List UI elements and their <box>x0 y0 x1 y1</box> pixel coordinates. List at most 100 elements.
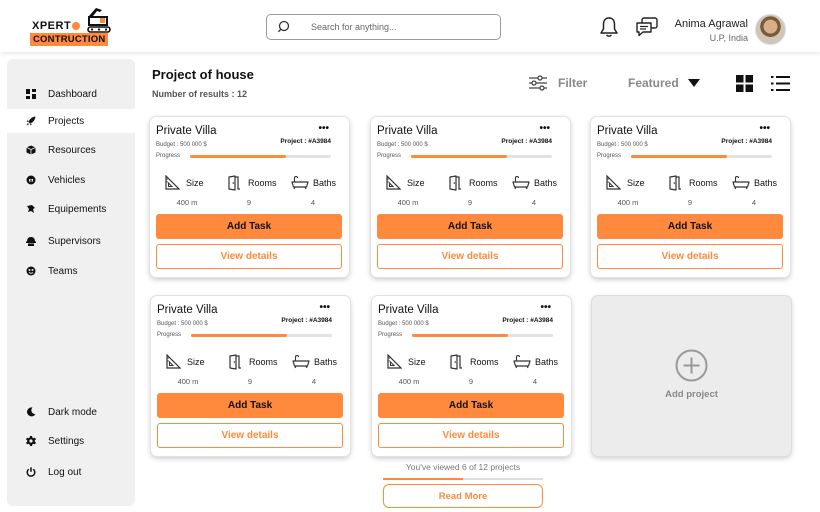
more-options-icon[interactable]: ••• <box>318 123 329 134</box>
sidebar-item-resources[interactable]: Resources <box>7 138 135 162</box>
grid-view-icon[interactable] <box>736 75 753 92</box>
user-name: Anima Agrawal <box>674 18 748 30</box>
card-title: Private Villa <box>156 125 217 137</box>
progress-fill <box>190 155 286 158</box>
card-budget: Budget : 500 000 $ <box>157 321 208 327</box>
progress-label: Progress <box>378 332 403 338</box>
sidebar-item-label: Dark mode <box>48 406 97 418</box>
view-details-button[interactable]: View details <box>157 423 343 448</box>
sidebar-item-log-out[interactable]: Log out <box>7 460 135 484</box>
rooms-value: 9 <box>467 198 473 207</box>
sidebar-item-label: Supervisors <box>48 235 101 247</box>
card-budget: Budget : 500 000 $ <box>597 142 648 148</box>
sidebar-item-settings[interactable]: Settings <box>7 429 135 453</box>
teams-icon <box>26 266 36 276</box>
size-label: Size <box>187 357 205 367</box>
sort-label: Featured <box>628 76 679 90</box>
progress-fill <box>631 155 727 158</box>
card-budget: Budget : 500 000 $ <box>156 142 207 148</box>
add-task-button[interactable]: Add Task <box>156 214 342 239</box>
sidebar-item-dashboard[interactable]: Dashboard <box>7 82 135 106</box>
add-task-button[interactable]: Add Task <box>597 214 783 239</box>
add-task-button[interactable]: Add Task <box>377 214 563 239</box>
brand-logo[interactable]: XPERT CONTRUCTION <box>30 6 112 46</box>
filter-button[interactable]: Filter <box>528 74 592 92</box>
view-details-button[interactable]: View details <box>597 244 783 269</box>
rooms-label: Rooms <box>469 178 498 188</box>
progress-fill <box>412 334 508 337</box>
search-input[interactable] <box>311 19 491 35</box>
card-budget: Budget : 500 000 $ <box>378 321 429 327</box>
card-project-id: Project : #A3984 <box>281 317 332 324</box>
sidebar-item-label: Vehicles <box>48 174 86 186</box>
card-title: Private Villa <box>157 304 218 316</box>
progress-bar <box>411 155 552 158</box>
size-label: Size <box>408 357 426 367</box>
ruler-icon <box>166 354 181 369</box>
power-icon <box>26 467 36 477</box>
rooms-value: 9 <box>246 198 252 207</box>
project-card[interactable]: Private Villa ••• Budget : 500 000 $ Pro… <box>151 296 350 456</box>
read-more-button[interactable]: Read More <box>383 484 543 508</box>
door-icon <box>228 175 240 191</box>
sidebar-item-projects[interactable]: Projects <box>7 109 135 133</box>
progress-label: Progress <box>157 332 182 338</box>
sidebar-item-supervisors[interactable]: Supervisors <box>7 229 135 253</box>
baths-label: Baths <box>314 357 338 367</box>
add-project-card[interactable]: Add project <box>592 296 791 456</box>
ruler-icon <box>606 175 621 190</box>
project-card[interactable]: Private Villa ••• Budget : 500 000 $ Pro… <box>371 117 570 277</box>
sidebar-item-label: Settings <box>48 435 85 447</box>
list-view-icon[interactable] <box>771 75 790 92</box>
dashboard-icon <box>26 89 36 99</box>
sidebar-item-label: Log out <box>48 466 82 478</box>
add-task-button[interactable]: Add Task <box>157 393 343 418</box>
sidebar-item-teams[interactable]: Teams <box>7 259 135 283</box>
project-card[interactable]: Private Villa ••• Budget : 500 000 $ Pro… <box>372 296 571 456</box>
more-options-icon[interactable]: ••• <box>319 302 330 313</box>
card-project-id: Project : #A3984 <box>501 138 552 145</box>
door-icon <box>450 354 462 370</box>
baths-label: Baths <box>534 178 558 188</box>
size-value: 400 m <box>398 377 420 386</box>
view-details-button[interactable]: View details <box>156 244 342 269</box>
search-box[interactable] <box>266 14 501 40</box>
card-title: Private Villa <box>378 304 439 316</box>
sidebar-item-equipements[interactable]: Equipements <box>7 197 135 221</box>
rocket-icon <box>26 116 36 126</box>
project-card[interactable]: Private Villa ••• Budget : 500 000 $ Pro… <box>150 117 349 277</box>
baths-value: 4 <box>310 198 316 207</box>
gear-icon <box>26 436 36 446</box>
avatar[interactable] <box>755 14 786 45</box>
box-icon <box>26 145 36 155</box>
more-options-icon[interactable]: ••• <box>539 123 550 134</box>
progress-label: Progress <box>597 153 622 159</box>
sort-dropdown[interactable]: Featured <box>628 74 703 92</box>
card-title: Private Villa <box>377 125 438 137</box>
sidebar-item-label: Teams <box>48 265 78 277</box>
view-details-button[interactable]: View details <box>378 423 564 448</box>
bathtub-icon <box>732 175 750 190</box>
filter-label: Filter <box>558 76 588 90</box>
door-icon <box>669 175 681 191</box>
filter-icon <box>529 75 547 91</box>
vehicle-icon <box>26 175 36 185</box>
size-value: 400 m <box>617 198 639 207</box>
more-options-icon[interactable]: ••• <box>540 302 551 313</box>
sidebar: Dashboard Projects Resources Vehicles Eq… <box>7 59 135 506</box>
sidebar-item-label: Resources <box>48 144 96 156</box>
more-options-icon[interactable]: ••• <box>759 123 770 134</box>
sidebar-item-label: Dashboard <box>48 88 97 100</box>
view-details-button[interactable]: View details <box>377 244 563 269</box>
moon-icon <box>26 407 36 417</box>
door-icon <box>449 175 461 191</box>
bell-icon[interactable] <box>599 16 619 38</box>
rooms-label: Rooms <box>248 178 277 188</box>
size-label: Size <box>627 178 645 188</box>
project-card[interactable]: Private Villa ••• Budget : 500 000 $ Pro… <box>591 117 790 277</box>
ruler-icon <box>386 175 401 190</box>
sidebar-item-dark-mode[interactable]: Dark mode <box>7 400 135 424</box>
add-task-button[interactable]: Add Task <box>378 393 564 418</box>
sidebar-item-vehicles[interactable]: Vehicles <box>7 168 135 192</box>
viewed-progress <box>383 478 543 480</box>
